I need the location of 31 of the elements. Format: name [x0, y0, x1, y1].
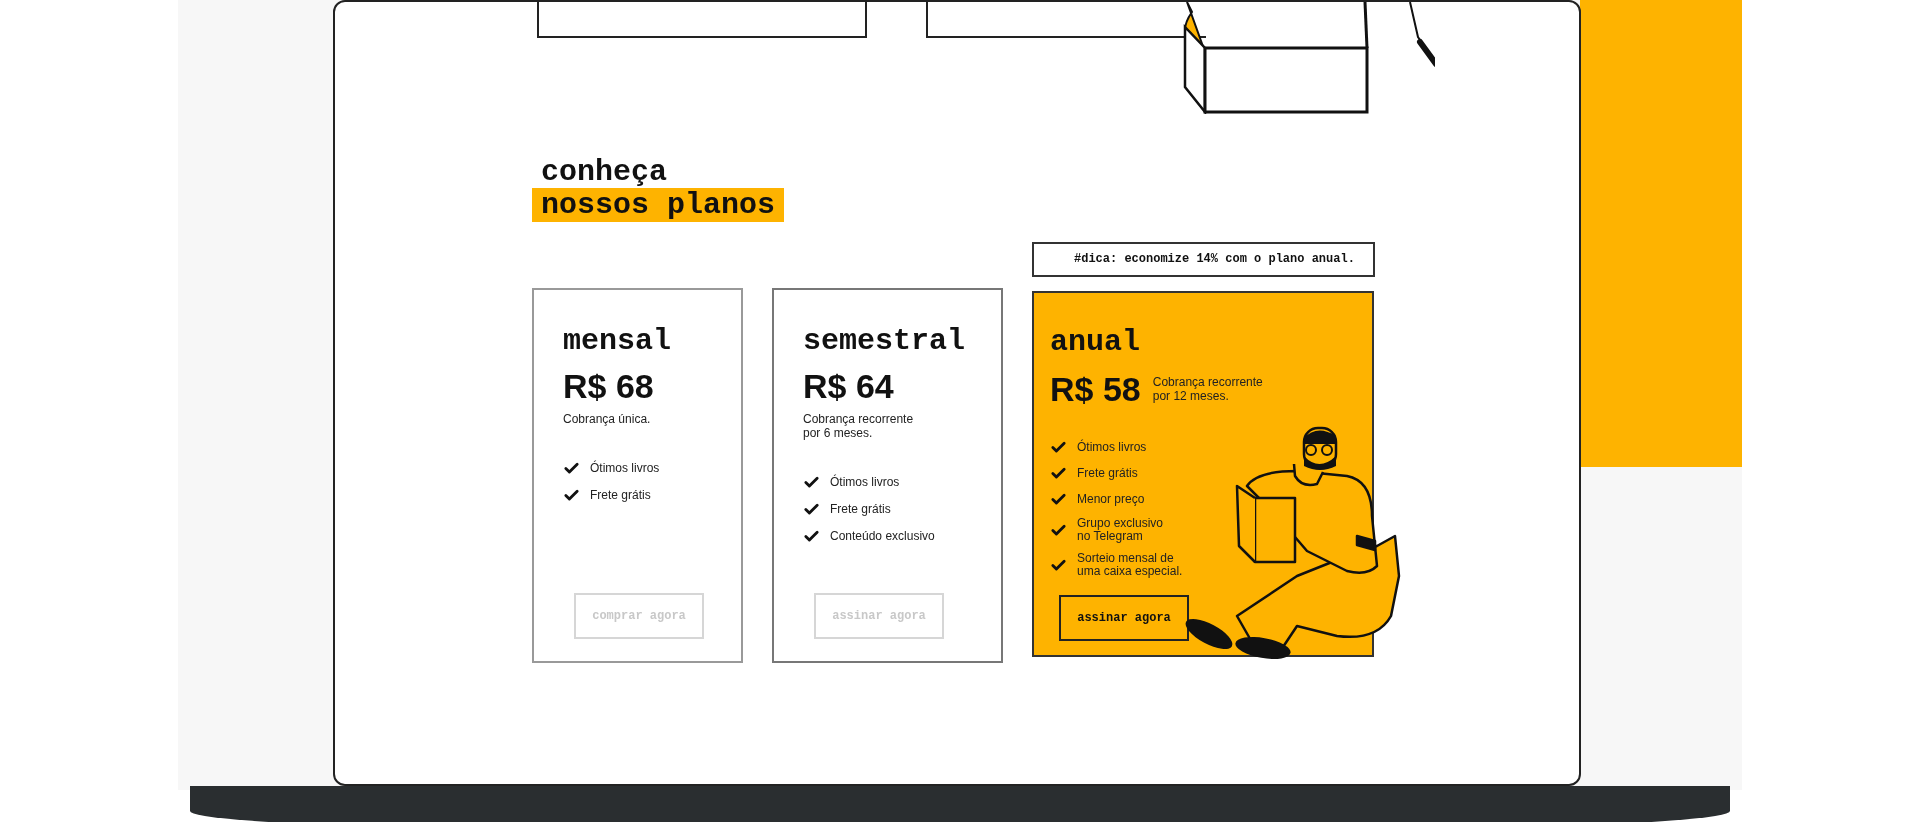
feature-text: Ótimos livros — [830, 476, 900, 489]
check-icon — [1050, 465, 1067, 482]
check-icon — [803, 474, 820, 491]
feature-text: Grupo exclusivo no Telegram — [1077, 517, 1164, 543]
feature-text: Ótimos livros — [590, 462, 660, 475]
feature-text: Menor preço — [1077, 493, 1145, 506]
check-icon — [1050, 439, 1067, 456]
billing-text: Cobrança recorrente por 6 meses. — [803, 412, 915, 440]
check-icon — [803, 528, 820, 545]
check-icon — [1050, 491, 1067, 508]
check-icon — [803, 501, 820, 518]
tip-text: #dica: economize 14% com o plano anual. — [1032, 242, 1375, 277]
feature-text: Frete grátis — [590, 489, 651, 502]
plan-name: mensal — [563, 324, 673, 358]
feature-text: Ótimos livros — [1077, 441, 1147, 454]
feature-text: Conteúdo exclusivo — [830, 530, 935, 543]
billing-text: Cobrança única. — [563, 412, 652, 426]
plan-name: semestral — [803, 324, 967, 358]
feature-text: Frete grátis — [830, 503, 891, 516]
plan-price: R$ 58 — [1050, 369, 1141, 409]
check-icon — [563, 487, 580, 504]
plan-price: R$ 64 — [803, 366, 895, 406]
billing-text: Cobrança recorrente por 12 meses. — [1152, 375, 1263, 403]
plan-button[interactable]: assinar agora — [1059, 595, 1189, 641]
plan-name: anual — [1050, 325, 1141, 359]
feature-text: Frete grátis — [1077, 467, 1138, 480]
heading-text: conheça — [540, 156, 668, 188]
feature-text: Sorteio mensal de uma caixa especial. — [1077, 552, 1183, 578]
check-icon — [563, 460, 580, 477]
plan-price: R$ 68 — [563, 366, 655, 406]
heading-highlight: nossos planos — [532, 188, 785, 222]
